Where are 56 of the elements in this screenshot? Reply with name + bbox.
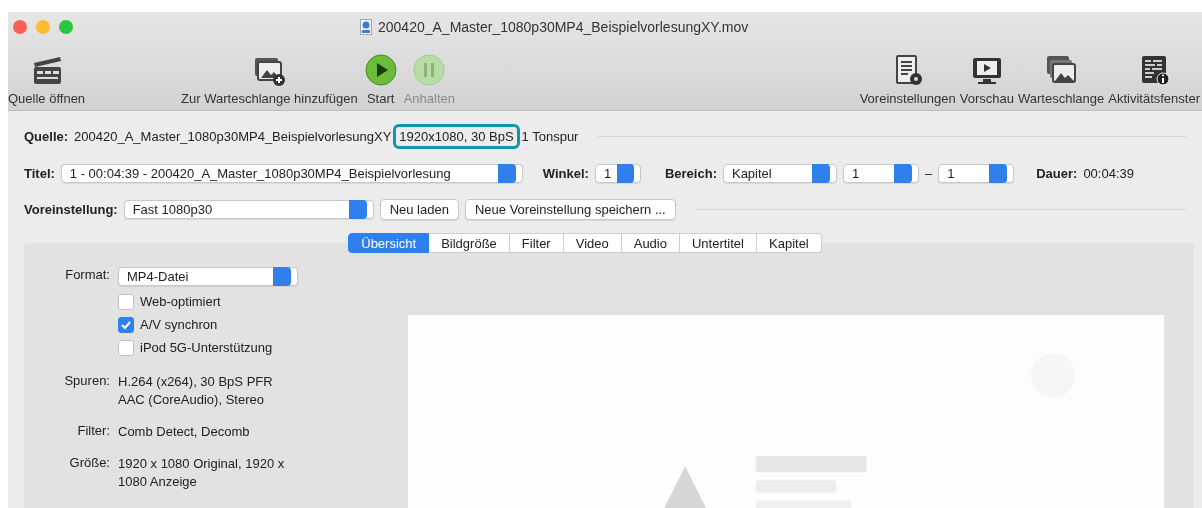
checkbox[interactable] xyxy=(118,339,134,356)
field-label: Winkel: xyxy=(542,165,589,181)
preset-button[interactable]: Neue Voreinstellung speichern ... xyxy=(464,198,676,220)
source-name: 200420_A_Master_1080p30MP4_BeispielvorlesungXY xyxy=(74,128,392,144)
summary-value: 1080 Anzeige xyxy=(118,473,198,491)
summary-value: AAC (CoreAudio), Stereo xyxy=(118,391,265,409)
window-title: 200420_A_Master_1080p30MP4_BeispielvorlesungXY.mov xyxy=(378,19,749,35)
checkbox-label: Web-optimiert xyxy=(140,294,221,309)
field-label: Voreinstellung: xyxy=(24,201,118,217)
field-label: Quelle: xyxy=(24,128,69,144)
tab[interactable]: Untertitel xyxy=(679,233,757,253)
field-label: Format: xyxy=(64,267,110,282)
summary-value: Comb Detect, Decomb xyxy=(118,423,251,441)
field-label: Filter: xyxy=(76,423,110,438)
checkbox[interactable] xyxy=(118,316,134,333)
preset-select[interactable]: Fast 1080p30 xyxy=(123,199,374,219)
minimize-button[interactable] xyxy=(36,20,50,34)
range-select[interactable]: Kapitel xyxy=(722,163,837,183)
tab[interactable]: Bildgröße xyxy=(429,233,510,253)
field-label: Titel: xyxy=(24,165,55,181)
toolbar-button[interactable]: Quelle öffnen xyxy=(8,53,86,106)
toolbar-button[interactable]: Voreinstellungen xyxy=(859,53,956,106)
field-label: Dauer: xyxy=(1036,165,1078,181)
movie-file-icon xyxy=(360,19,372,35)
checkbox-label: iPod 5G-Unterstützung xyxy=(140,340,273,355)
toolbar-button[interactable]: Aktivitätsfenster xyxy=(1108,53,1200,106)
start-chapter-select[interactable]: 1 xyxy=(842,163,919,183)
audio-track-count: 1 Tonspur xyxy=(521,128,579,144)
toolbar-button[interactable]: Start xyxy=(363,53,398,106)
zoom-button[interactable] xyxy=(59,20,73,34)
play-icon xyxy=(363,53,398,87)
end-chapter-select[interactable]: 1 xyxy=(938,163,1015,183)
field-label: Bereich: xyxy=(664,165,717,181)
tab[interactable]: Video xyxy=(563,233,622,253)
tab[interactable]: Filter xyxy=(509,233,564,253)
tab[interactable]: Übersicht xyxy=(348,233,430,253)
preset-button[interactable]: Neu laden xyxy=(379,198,459,220)
title-select[interactable]: 1 - 00:04:39 - 200420_A_Master_1080p30MP4_Beispielvorlesung xyxy=(60,163,523,183)
format-select[interactable]: MP4-Datei xyxy=(118,267,298,286)
close-button[interactable] xyxy=(13,20,27,34)
angle-select[interactable]: 1 xyxy=(594,163,641,183)
checkbox[interactable] xyxy=(118,293,134,310)
summary-value: H.264 (x264), 30 BpS PFR xyxy=(118,373,274,391)
toolbar-button[interactable]: Warteschlange xyxy=(1018,53,1105,106)
field-label: Größe: xyxy=(68,455,110,470)
tab[interactable]: Kapitel xyxy=(757,233,822,253)
field-label: Spuren: xyxy=(63,373,110,388)
summary-value: 1920 x 1080 Original, 1920 x xyxy=(118,455,286,473)
tab[interactable]: Audio xyxy=(621,233,680,253)
highlighted-text: 1920x1080, 30 BpS xyxy=(393,123,520,149)
checkbox-label: A/V synchron xyxy=(140,317,218,332)
duration-value: 00:04:39 xyxy=(1083,165,1134,181)
toolbar-button[interactable]: Vorschau xyxy=(959,53,1014,106)
pause-icon xyxy=(412,53,447,87)
toolbar-button[interactable]: Zur Warteschlange hinzufügen xyxy=(181,53,358,106)
range-dash: – xyxy=(924,165,933,181)
